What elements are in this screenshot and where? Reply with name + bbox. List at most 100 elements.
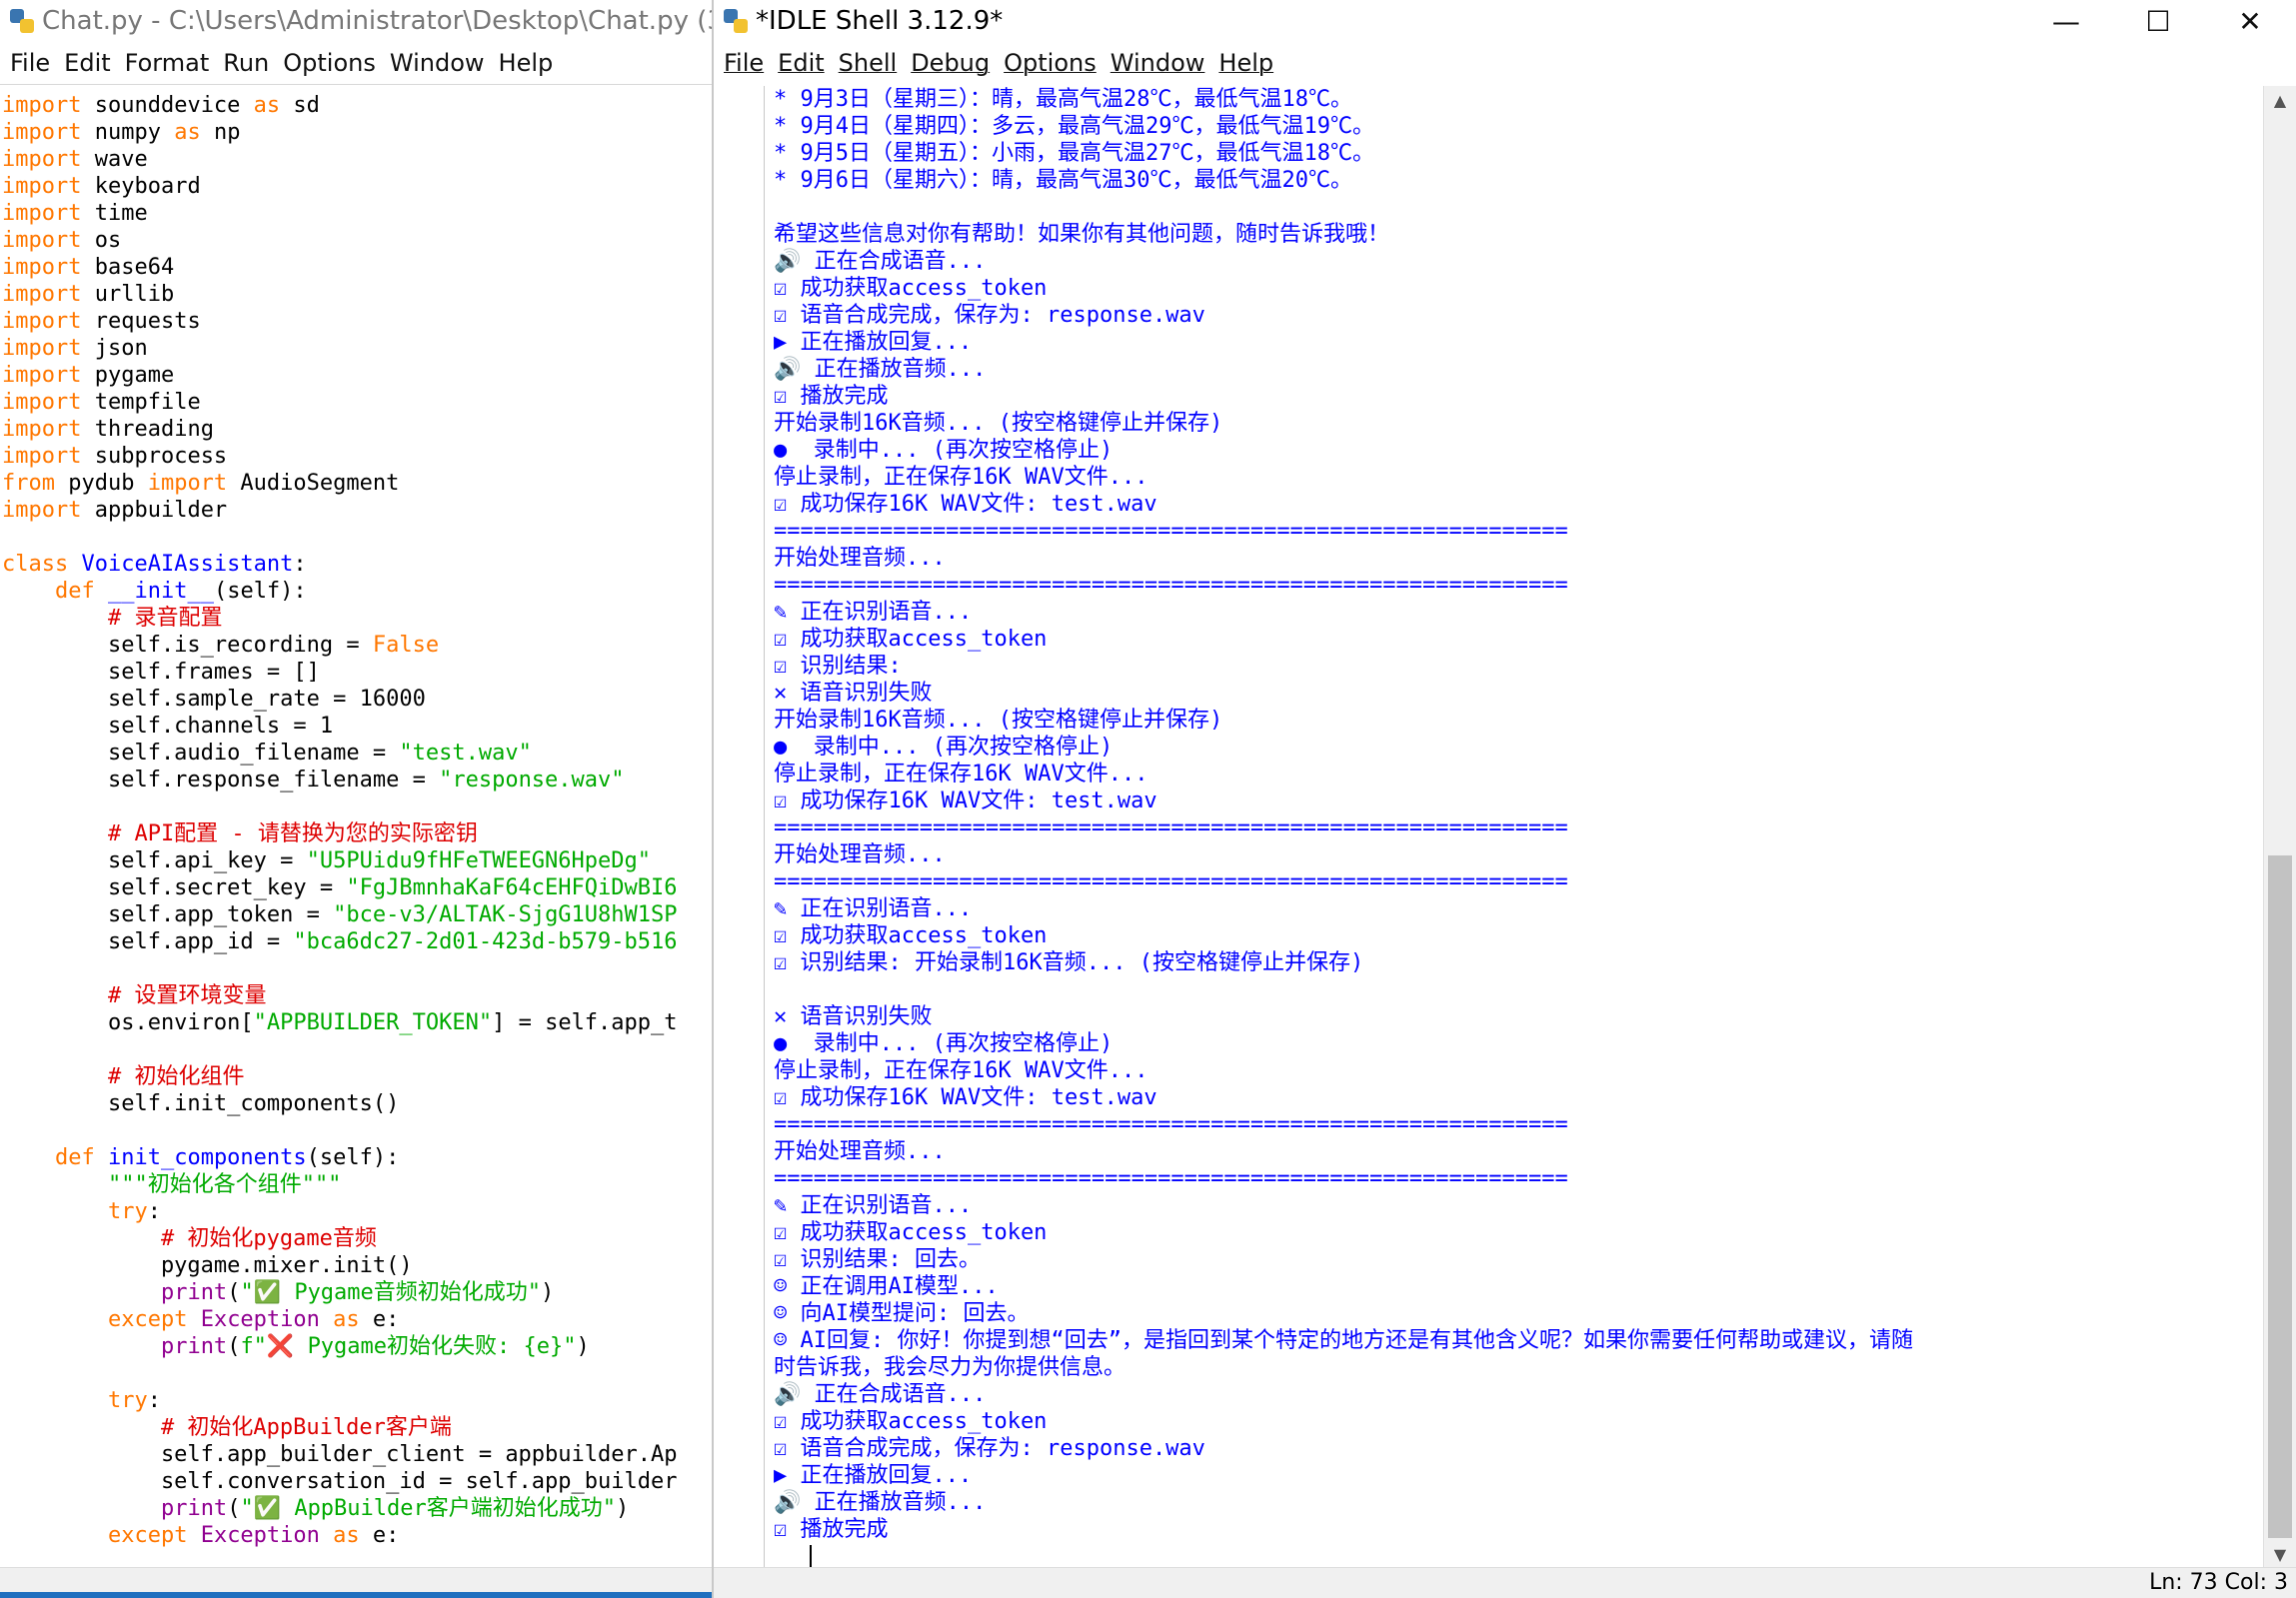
code-token: self.response_filename = xyxy=(2,768,440,793)
code-token: # API配置 - 请替换为您的实际密钥 xyxy=(2,821,478,846)
shell-menu-window[interactable]: Window xyxy=(1107,49,1209,77)
shell-line: 🔊 正在合成语音... xyxy=(774,249,987,274)
editor-menu-file[interactable]: File xyxy=(6,49,54,77)
code-token: "response.wav" xyxy=(439,768,625,793)
code-line: import wave xyxy=(2,146,712,173)
code-token: self.secret_key = xyxy=(2,875,347,900)
code-token: # 初始化pygame音频 xyxy=(2,1226,377,1251)
code-line: def init_components(self): xyxy=(2,1144,712,1171)
code-line: from pydub import AudioSegment xyxy=(2,470,712,497)
code-token: VoiceAIAssistant xyxy=(68,552,294,577)
code-token: except xyxy=(107,1523,188,1548)
shell-menu-options[interactable]: Options xyxy=(1000,49,1101,77)
code-line: except Exception as e: xyxy=(2,1522,712,1549)
code-token: requests xyxy=(81,309,201,334)
code-line: import subprocess xyxy=(2,443,712,470)
code-token: import xyxy=(2,444,82,469)
code-line: self.sample_rate = 16000 xyxy=(2,686,712,713)
editor-menu-run[interactable]: Run xyxy=(219,49,273,77)
shell-line: 停止录制，正在保存16K WAV文件... xyxy=(774,465,1148,490)
scrollbar-thumb[interactable] xyxy=(2268,855,2292,1538)
shell-menu-file[interactable]: File xyxy=(720,49,768,77)
code-line: print("✅ AppBuilder客户端初始化成功") xyxy=(2,1495,712,1522)
code-token: import xyxy=(2,282,82,307)
code-token: # 初始化AppBuilder客户端 xyxy=(2,1415,452,1440)
shell-line: * 9月5日（星期五）：小雨，最高气温27℃，最低气温18℃。 xyxy=(774,141,1374,166)
code-line: def __init__(self): xyxy=(2,578,712,605)
code-token: pydub xyxy=(54,471,148,496)
shell-line: ========================================… xyxy=(774,1166,1568,1191)
shell-line: ✎ 正在识别语音... xyxy=(774,600,973,625)
shell-titlebar[interactable]: *IDLE Shell 3.12.9* — ☐ ✕ xyxy=(714,0,2296,42)
shell-line: ● 录制中... (再次按空格停止) xyxy=(774,1031,1114,1056)
code-token: "FgJBmnhaKaF64cEHFQiDwBI6 xyxy=(346,875,678,900)
shell-line: 停止录制，正在保存16K WAV文件... xyxy=(774,1058,1148,1083)
code-token: import xyxy=(2,120,82,145)
shell-line: ● 录制中... (再次按空格停止) xyxy=(774,438,1114,463)
shell-menu-shell[interactable]: Shell xyxy=(835,49,902,77)
code-line: import time xyxy=(2,200,712,227)
code-token: import xyxy=(2,336,82,361)
scroll-up-icon[interactable]: ▲ xyxy=(2264,86,2296,114)
shell-menu-edit[interactable]: Edit xyxy=(774,49,828,77)
code-token: except xyxy=(107,1307,188,1332)
code-token: import xyxy=(147,471,228,496)
editor-titlebar[interactable]: Chat.py - C:\Users\Administrator\Desktop… xyxy=(0,0,712,42)
code-token: __init__ xyxy=(94,579,214,604)
code-token: self.sample_rate = 16000 xyxy=(2,687,426,712)
code-line: import json xyxy=(2,335,712,362)
vertical-scrollbar[interactable]: ▲ ▼ xyxy=(2263,86,2296,1568)
code-token: ( xyxy=(227,1280,241,1305)
shell-line: ☑ 成功保存16K WAV文件: test.wav xyxy=(774,1085,1157,1110)
shell-line: 🔊 正在合成语音... xyxy=(774,1382,987,1407)
code-token: "test.wav" xyxy=(399,741,532,766)
code-token: "bce-v3/ALTAK-SjgG1U8hW1SP xyxy=(333,902,678,927)
code-token: self.app_builder_client = appbuilder.Ap xyxy=(2,1442,678,1467)
code-token: Exception xyxy=(187,1523,320,1548)
editor-menu-format[interactable]: Format xyxy=(121,49,214,77)
shell-line: 开始处理音频... xyxy=(774,842,946,867)
shell-output[interactable]: * 9月3日（星期三）：晴，最高气温28℃，最低气温18℃。 * 9月4日（星期四… xyxy=(774,86,2258,1568)
code-token: print xyxy=(160,1496,228,1521)
maximize-button[interactable]: ☐ xyxy=(2112,0,2204,42)
code-line: self.conversation_id = self.app_builder xyxy=(2,1468,712,1495)
shell-line: * 9月3日（星期三）：晴，最高气温28℃，最低气温18℃。 xyxy=(774,87,1352,112)
shell-menu-help[interactable]: Help xyxy=(1214,49,1277,77)
code-token: time xyxy=(81,201,148,226)
editor-menu-window[interactable]: Window xyxy=(386,49,489,77)
code-token: : xyxy=(293,552,307,577)
scroll-down-icon[interactable]: ▼ xyxy=(2264,1540,2296,1568)
code-token: numpy xyxy=(81,120,175,145)
shell-line: 🔊 正在播放音频... xyxy=(774,1490,987,1515)
shell-line: 🔊 正在播放音频... xyxy=(774,357,987,382)
code-line: self.app_builder_client = appbuilder.Ap xyxy=(2,1441,712,1468)
shell-menu-debug[interactable]: Debug xyxy=(907,49,994,77)
minimize-button[interactable]: — xyxy=(2020,0,2112,42)
code-line: self.frames = [] xyxy=(2,659,712,686)
shell-statusbar: Ln: 73 Col: 3 xyxy=(714,1567,2296,1598)
editor-menu-help[interactable]: Help xyxy=(495,49,558,77)
code-token: import xyxy=(2,309,82,334)
taskbar-strip xyxy=(0,1592,712,1598)
editor-menu-edit[interactable]: Edit xyxy=(60,49,114,77)
code-editor[interactable]: import sounddevice as sd import numpy as … xyxy=(0,92,712,1568)
code-line: import numpy as np xyxy=(2,119,712,146)
close-button[interactable]: ✕ xyxy=(2204,0,2296,42)
code-line: print(f"❌ Pygame初始化失败: {e}") xyxy=(2,1333,712,1360)
code-token: as xyxy=(319,1307,360,1332)
code-token: import xyxy=(2,417,82,442)
code-token: as xyxy=(253,93,281,118)
code-token: class xyxy=(2,552,69,577)
code-line: import requests xyxy=(2,308,712,335)
code-line: import pygame xyxy=(2,362,712,389)
code-token: print xyxy=(160,1334,228,1359)
input-prompt-line[interactable] xyxy=(774,1543,2258,1568)
code-token: # 录音配置 xyxy=(2,606,223,631)
code-token: import xyxy=(2,390,82,415)
editor-menu-options[interactable]: Options xyxy=(279,49,380,77)
